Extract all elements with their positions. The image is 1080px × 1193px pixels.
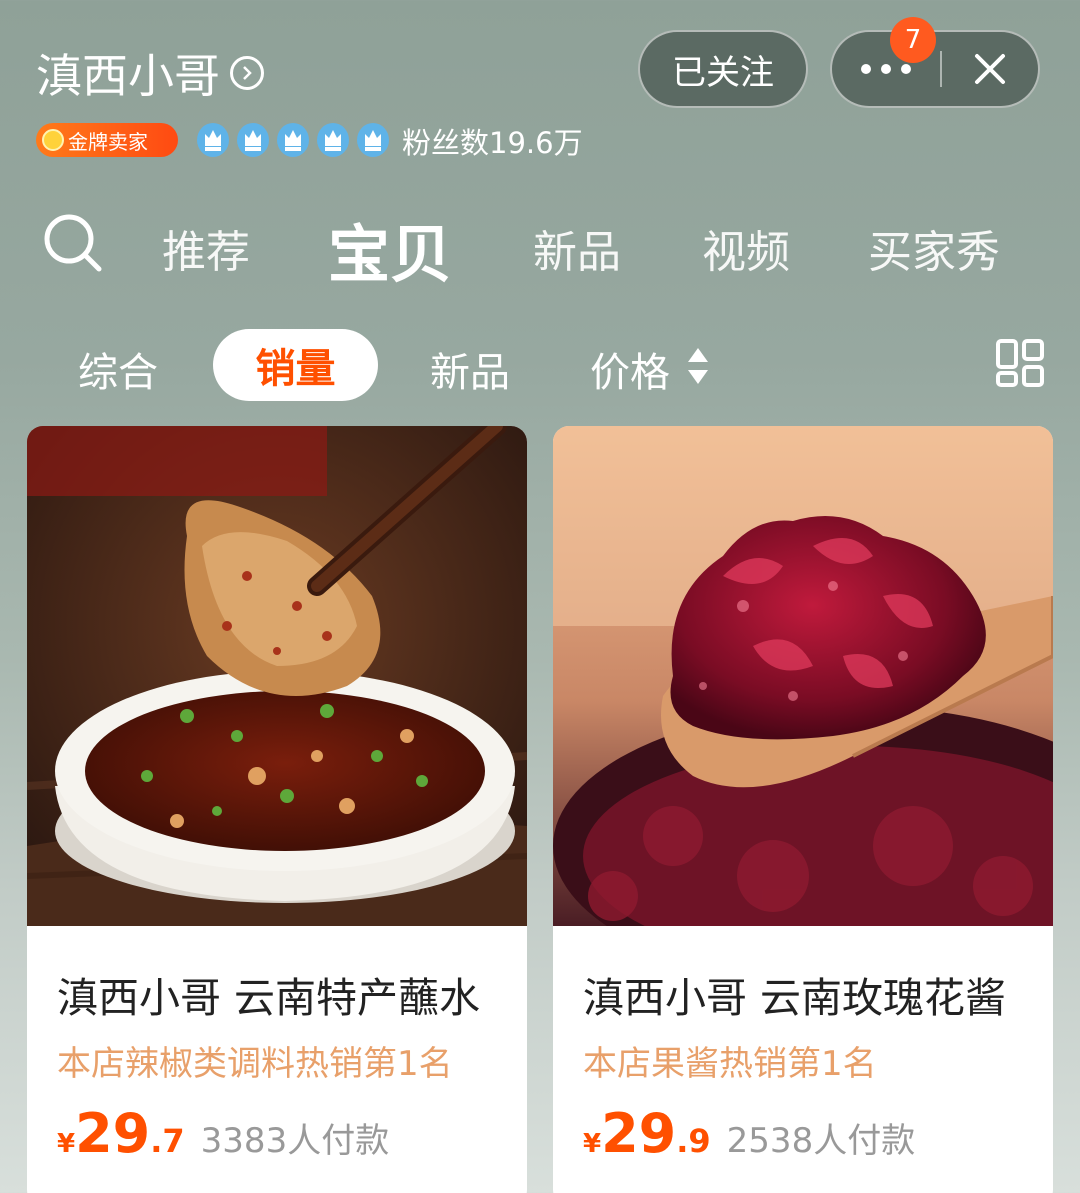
gold-seller-badge: 金牌卖家 — [36, 123, 178, 157]
tab-buyer-show[interactable]: 买家秀 — [868, 216, 1000, 280]
close-icon — [975, 54, 1005, 84]
price-decimal: .9 — [676, 1122, 711, 1160]
product-card[interactable]: 滇西小哥 云南玫瑰花酱 本店果酱热销第1名 ¥ 29 .9 2538人付款 — [553, 426, 1053, 1193]
product-rank-tag: 本店辣椒类调料热销第1名 — [57, 1044, 453, 1084]
follow-label: 已关注 — [672, 52, 774, 93]
product-image-dipping-sauce[interactable] — [27, 426, 527, 926]
sold-count: 3383人付款 — [200, 1121, 390, 1161]
crown-icon — [277, 123, 309, 157]
crown-icon — [237, 123, 269, 157]
sort-arrows-icon[interactable] — [686, 346, 710, 386]
tab-recommend[interactable]: 推荐 — [162, 216, 250, 280]
chevron-right-icon — [230, 56, 264, 90]
grid-view-icon[interactable] — [995, 338, 1045, 388]
product-rank-tag: 本店果酱热销第1名 — [583, 1044, 877, 1084]
tab-video[interactable]: 视频 — [702, 216, 790, 280]
follow-button[interactable]: 已关注 — [638, 30, 808, 108]
sort-overall[interactable]: 综合 — [78, 340, 158, 398]
currency-symbol: ¥ — [57, 1129, 76, 1159]
product-price: ¥ 29 .9 2538人付款 — [583, 1102, 915, 1165]
product-image-rose-jam[interactable] — [553, 426, 1053, 926]
crown-icon — [197, 123, 229, 157]
notification-badge: 7 — [890, 17, 936, 63]
shop-name-label: 滇西小哥 — [36, 49, 220, 103]
fans-count: 粉丝数19.6万 — [402, 126, 583, 160]
price-decimal: .7 — [150, 1122, 185, 1160]
search-icon[interactable] — [42, 212, 104, 274]
product-price: ¥ 29 .7 3383人付款 — [57, 1102, 389, 1165]
tab-products[interactable]: 宝贝 — [328, 204, 452, 294]
product-card[interactable]: 滇西小哥 云南特产蘸水 本店辣椒类调料热销第1名 ¥ 29 .7 3383人付款 — [27, 426, 527, 1193]
sort-sales-label: 销量 — [255, 346, 336, 392]
sort-sales[interactable]: 销量 — [213, 329, 378, 401]
crown-icon — [357, 123, 389, 157]
sold-count: 2538人付款 — [726, 1121, 916, 1161]
tab-new[interactable]: 新品 — [533, 216, 621, 280]
shop-name[interactable]: 滇西小哥 — [36, 40, 264, 106]
price-integer: 29 — [75, 1102, 151, 1165]
product-title: 滇西小哥 云南玫瑰花酱 — [583, 974, 1007, 1022]
shop-level-crowns — [196, 120, 390, 158]
sort-new[interactable]: 新品 — [430, 340, 510, 398]
more-dots-icon — [861, 64, 911, 74]
sort-price[interactable]: 价格 — [590, 340, 670, 398]
gold-seller-label: 金牌卖家 — [68, 129, 148, 154]
price-integer: 29 — [601, 1102, 677, 1165]
close-button[interactable] — [942, 32, 1038, 106]
crown-icon — [317, 123, 349, 157]
coin-icon — [42, 129, 64, 151]
currency-symbol: ¥ — [583, 1129, 602, 1159]
product-title: 滇西小哥 云南特产蘸水 — [57, 974, 481, 1022]
